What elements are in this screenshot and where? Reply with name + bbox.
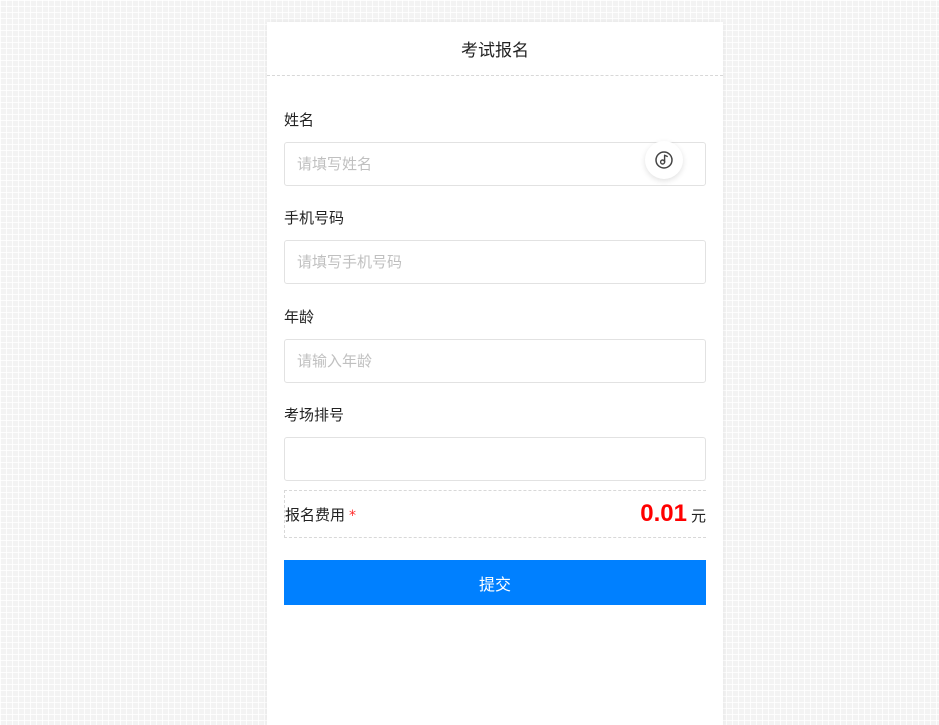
name-label: 姓名 (284, 111, 315, 129)
fee-value: 0.01 (640, 500, 687, 527)
phone-input[interactable] (285, 241, 705, 283)
age-label: 年龄 (284, 308, 315, 326)
age-input[interactable] (285, 340, 705, 382)
required-mark: * (349, 507, 357, 524)
fee-label: 报名费用 (285, 505, 346, 524)
page-header: 考试报名 (267, 22, 723, 76)
seat-field-box (284, 437, 706, 481)
submit-button[interactable]: 提交 (284, 560, 706, 605)
seat-label: 考场排号 (284, 406, 345, 424)
fee-amount: 0.01 元 (640, 500, 706, 528)
age-field-box (284, 339, 706, 383)
fee-label-group: 报名费用 * (285, 504, 356, 525)
fee-row: 报名费用 * 0.01 元 (284, 490, 706, 538)
phone-field-box (284, 240, 706, 284)
music-disc-icon (655, 151, 673, 169)
registration-form: 姓名 手机号码 年龄 考场排号 报名费用* (284, 76, 706, 605)
fee-unit: 元 (690, 507, 706, 525)
music-float-button[interactable] (645, 141, 683, 179)
page-title: 考试报名 (461, 41, 529, 61)
name-input[interactable] (285, 143, 705, 185)
registration-page: 考试报名 姓名 手机号码 年龄 考场排号 (267, 22, 723, 725)
seat-input[interactable] (285, 438, 705, 480)
name-field-box (284, 141, 706, 186)
phone-label: 手机号码 (284, 209, 345, 227)
